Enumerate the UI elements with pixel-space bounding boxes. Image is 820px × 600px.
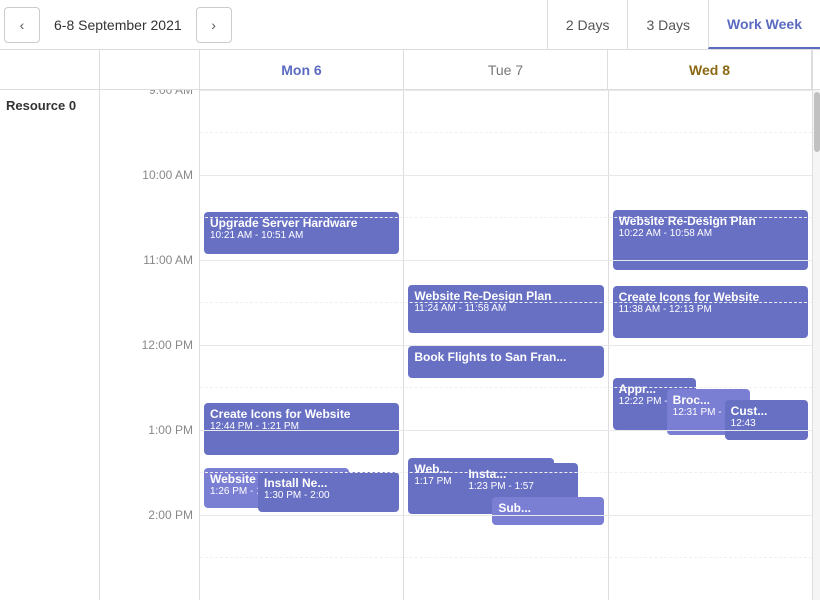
prev-button[interactable]: ‹: [4, 7, 40, 43]
event-redesign-tue[interactable]: Website Re-Design Plan 11:24 AM - 11:58 …: [408, 285, 603, 333]
event-redesign-tue-title: Website Re-Design Plan: [414, 289, 597, 303]
resource-col-header: [0, 50, 100, 89]
tab-3days[interactable]: 3 Days: [627, 0, 708, 49]
time-900: 9:00 AM: [149, 90, 193, 97]
event-upgrade-server[interactable]: Upgrade Server Hardware 10:21 AM - 10:51…: [204, 212, 399, 254]
time-100: 1:00 PM: [148, 423, 193, 437]
event-install-mon-time: 1:30 PM - 2:00: [264, 490, 393, 501]
day-col-wed: Website Re-Design Plan 10:22 AM - 10:58 …: [609, 90, 812, 600]
time-200: 2:00 PM: [148, 508, 193, 522]
event-sub-tue[interactable]: Sub...: [492, 497, 603, 525]
date-range: 6-8 September 2021: [44, 17, 192, 33]
day-col-mon: Upgrade Server Hardware 10:21 AM - 10:51…: [200, 90, 404, 600]
calendar-container: ‹ 6-8 September 2021 › 2 Days 3 Days Wor…: [0, 0, 820, 600]
day-header-wed: Wed 8: [608, 50, 812, 89]
event-redesign-wed-title: Website Re-Design Plan: [619, 214, 802, 228]
event-create-icons-mon-time: 12:44 PM - 1:21 PM: [210, 421, 393, 432]
main-grid: Resource 0 9:00 AM 10:00 AM 11:00 AM 12:…: [0, 90, 820, 600]
time-1200: 12:00 PM: [142, 338, 193, 352]
event-cust-wed-title: Cust...: [731, 404, 802, 418]
day-col-tue: Website Re-Design Plan 11:24 AM - 11:58 …: [404, 90, 608, 600]
day-header-row: Mon 6 Tue 7 Wed 8: [0, 50, 820, 90]
day-header-tue: Tue 7: [404, 50, 608, 89]
event-create-icons-mon-title: Create Icons for Website: [210, 407, 393, 421]
event-create-icons-wed-time: 11:38 AM - 12:13 PM: [619, 304, 802, 315]
event-flights-tue[interactable]: Book Flights to San Fran...: [408, 346, 603, 378]
event-sub-tue-title: Sub...: [498, 501, 597, 515]
time-1000: 10:00 AM: [142, 168, 193, 182]
event-cust-wed[interactable]: Cust... 12:43: [725, 400, 808, 440]
event-install-mon[interactable]: Install Ne... 1:30 PM - 2:00: [258, 472, 399, 512]
resource-label: Resource 0: [0, 90, 99, 600]
event-cust-wed-time: 12:43: [731, 418, 802, 429]
event-create-icons-wed[interactable]: Create Icons for Website 11:38 AM - 12:1…: [613, 286, 808, 338]
next-button[interactable]: ›: [196, 7, 232, 43]
event-flights-tue-title: Book Flights to San Fran...: [414, 350, 597, 364]
grid-content: 9:00 AM 10:00 AM 11:00 AM 12:00 PM 1:00 …: [100, 90, 820, 600]
header: ‹ 6-8 September 2021 › 2 Days 3 Days Wor…: [0, 0, 820, 50]
event-redesign-wed[interactable]: Website Re-Design Plan 10:22 AM - 10:58 …: [613, 210, 808, 270]
event-insta-tue-title: Insta...: [468, 467, 571, 481]
resource-sidebar: Resource 0: [0, 90, 100, 600]
scroll-spacer: [812, 50, 820, 89]
event-create-icons-mon[interactable]: Create Icons for Website 12:44 PM - 1:21…: [204, 403, 399, 455]
time-labels: 9:00 AM 10:00 AM 11:00 AM 12:00 PM 1:00 …: [100, 90, 200, 600]
scrollbar[interactable]: [812, 90, 820, 600]
tab-2days[interactable]: 2 Days: [547, 0, 628, 49]
days-area: Upgrade Server Hardware 10:21 AM - 10:51…: [200, 90, 812, 600]
event-redesign-tue-time: 11:24 AM - 11:58 AM: [414, 303, 597, 314]
event-insta-tue-time: 1:23 PM - 1:57: [468, 481, 571, 492]
time-col-header: [100, 50, 200, 89]
event-create-icons-wed-title: Create Icons for Website: [619, 290, 802, 304]
tab-workweek[interactable]: Work Week: [708, 0, 820, 49]
event-upgrade-server-time: 10:21 AM - 10:51 AM: [210, 230, 393, 241]
event-install-mon-title: Install Ne...: [264, 476, 393, 490]
day-header-mon: Mon 6: [200, 50, 404, 89]
event-redesign-wed-time: 10:22 AM - 10:58 AM: [619, 228, 802, 239]
event-upgrade-server-title: Upgrade Server Hardware: [210, 216, 393, 230]
time-1100: 11:00 AM: [143, 253, 193, 267]
view-tabs: 2 Days 3 Days Work Week: [547, 0, 820, 49]
